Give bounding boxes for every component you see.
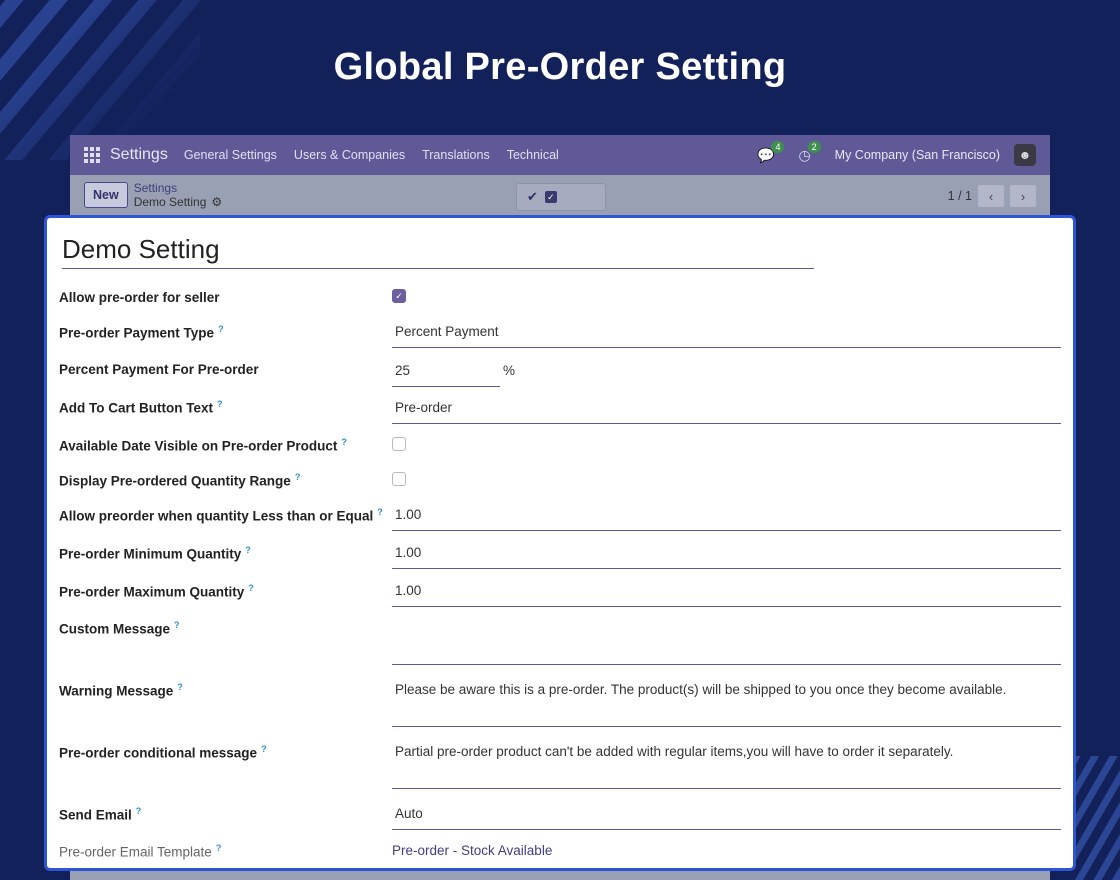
help-icon[interactable]: ?: [177, 682, 183, 692]
label-payment-type: Pre-order Payment Type?: [59, 324, 224, 341]
help-icon[interactable]: ?: [248, 583, 254, 593]
send-email-select[interactable]: Auto: [392, 805, 1061, 830]
apps-grid-icon[interactable]: [84, 147, 100, 163]
form-sheet: Demo Setting Allow pre-order for seller …: [44, 215, 1076, 871]
activities-icon[interactable]: ◷ 2: [798, 140, 821, 164]
app-brand[interactable]: Settings: [110, 146, 168, 164]
label-available-date-visible: Available Date Visible on Pre-order Prod…: [59, 437, 347, 454]
help-icon[interactable]: ?: [174, 620, 180, 630]
min-qty-input[interactable]: 1.00: [392, 544, 1061, 569]
breadcrumb-current-label: Demo Setting: [133, 195, 207, 209]
nav-users-companies[interactable]: Users & Companies: [294, 148, 405, 162]
decorative-stripes-bottom-right: [1074, 756, 1120, 880]
messages-badge: 4: [771, 140, 785, 153]
label-allow-when-qty-le: Allow preorder when quantity Less than o…: [59, 507, 383, 524]
allow-when-qty-le-input[interactable]: 1.00: [392, 506, 1061, 531]
breadcrumb: Settings Demo Setting ⚙: [134, 181, 222, 209]
help-icon[interactable]: ?: [136, 806, 142, 816]
hero-title: Global Pre-Order Setting: [333, 46, 787, 88]
help-icon[interactable]: ?: [218, 324, 224, 334]
label-cart-button-text: Add To Cart Button Text?: [59, 399, 223, 416]
new-button[interactable]: New: [84, 182, 128, 208]
label-min-qty: Pre-order Minimum Quantity?: [59, 545, 251, 562]
help-icon[interactable]: ?: [217, 399, 223, 409]
save-status-box[interactable]: ✔ ✓: [516, 183, 606, 211]
label-warning-message: Warning Message?: [59, 682, 183, 699]
help-icon[interactable]: ?: [216, 843, 222, 853]
pager-value: 1 / 1: [947, 189, 972, 203]
available-date-visible-checkbox[interactable]: [392, 437, 406, 451]
user-avatar[interactable]: ☻: [1014, 144, 1036, 166]
label-send-email: Send Email?: [59, 806, 142, 823]
help-icon[interactable]: ?: [261, 744, 267, 754]
cart-button-text-input[interactable]: Pre-order: [392, 399, 1061, 424]
top-navbar: Settings General Settings Users & Compan…: [70, 135, 1050, 175]
chevron-left-icon[interactable]: ‹: [978, 185, 1004, 207]
allow-preorder-seller-checkbox[interactable]: ✓: [392, 289, 406, 303]
label-email-template: Pre-order Email Template?: [59, 843, 222, 860]
warning-message-textarea[interactable]: Please be aware this is a pre-order. The…: [392, 681, 1061, 727]
label-display-qty-range: Display Pre-ordered Quantity Range?: [59, 472, 301, 489]
breadcrumb-parent[interactable]: Settings: [134, 181, 222, 195]
activities-badge: 2: [807, 140, 821, 153]
percent-payment-input[interactable]: 25: [392, 362, 500, 387]
percent-unit: %: [503, 363, 516, 378]
label-custom-message: Custom Message?: [59, 620, 180, 637]
custom-message-textarea[interactable]: [392, 620, 1061, 665]
help-icon[interactable]: ?: [341, 437, 347, 447]
control-panel: New Settings Demo Setting ⚙ ✔ ✓ 1 / 1 ‹ …: [70, 175, 1050, 215]
help-icon[interactable]: ?: [377, 507, 383, 517]
record-name-field[interactable]: Demo Setting: [62, 234, 814, 269]
conditional-message-textarea[interactable]: Partial pre-order product can't be added…: [392, 743, 1061, 789]
messages-icon[interactable]: 💬 4: [757, 140, 785, 164]
check-icon: ✔: [527, 189, 538, 204]
label-max-qty: Pre-order Maximum Quantity?: [59, 583, 254, 600]
company-switcher[interactable]: My Company (San Francisco): [835, 148, 1000, 162]
checkbox-icon: ✓: [544, 191, 557, 203]
nav-general-settings[interactable]: General Settings: [184, 148, 277, 162]
label-conditional-message: Pre-order conditional message?: [59, 744, 267, 761]
help-icon[interactable]: ?: [245, 545, 251, 555]
label-allow-preorder-seller: Allow pre-order for seller: [59, 290, 220, 305]
chevron-right-icon[interactable]: ›: [1010, 185, 1036, 207]
breadcrumb-current: Demo Setting ⚙: [134, 195, 222, 209]
email-template-link[interactable]: Pre-order - Stock Available: [392, 843, 552, 858]
label-percent-payment: Percent Payment For Pre-order: [59, 362, 259, 377]
help-icon[interactable]: ?: [295, 472, 301, 482]
display-qty-range-checkbox[interactable]: [392, 472, 406, 486]
payment-type-select[interactable]: Percent Payment: [392, 323, 1061, 348]
gear-icon[interactable]: ⚙: [211, 195, 222, 209]
max-qty-input[interactable]: 1.00: [392, 582, 1061, 607]
nav-technical[interactable]: Technical: [507, 148, 559, 162]
pager: 1 / 1 ‹ ›: [948, 185, 1036, 207]
nav-translations[interactable]: Translations: [422, 148, 490, 162]
